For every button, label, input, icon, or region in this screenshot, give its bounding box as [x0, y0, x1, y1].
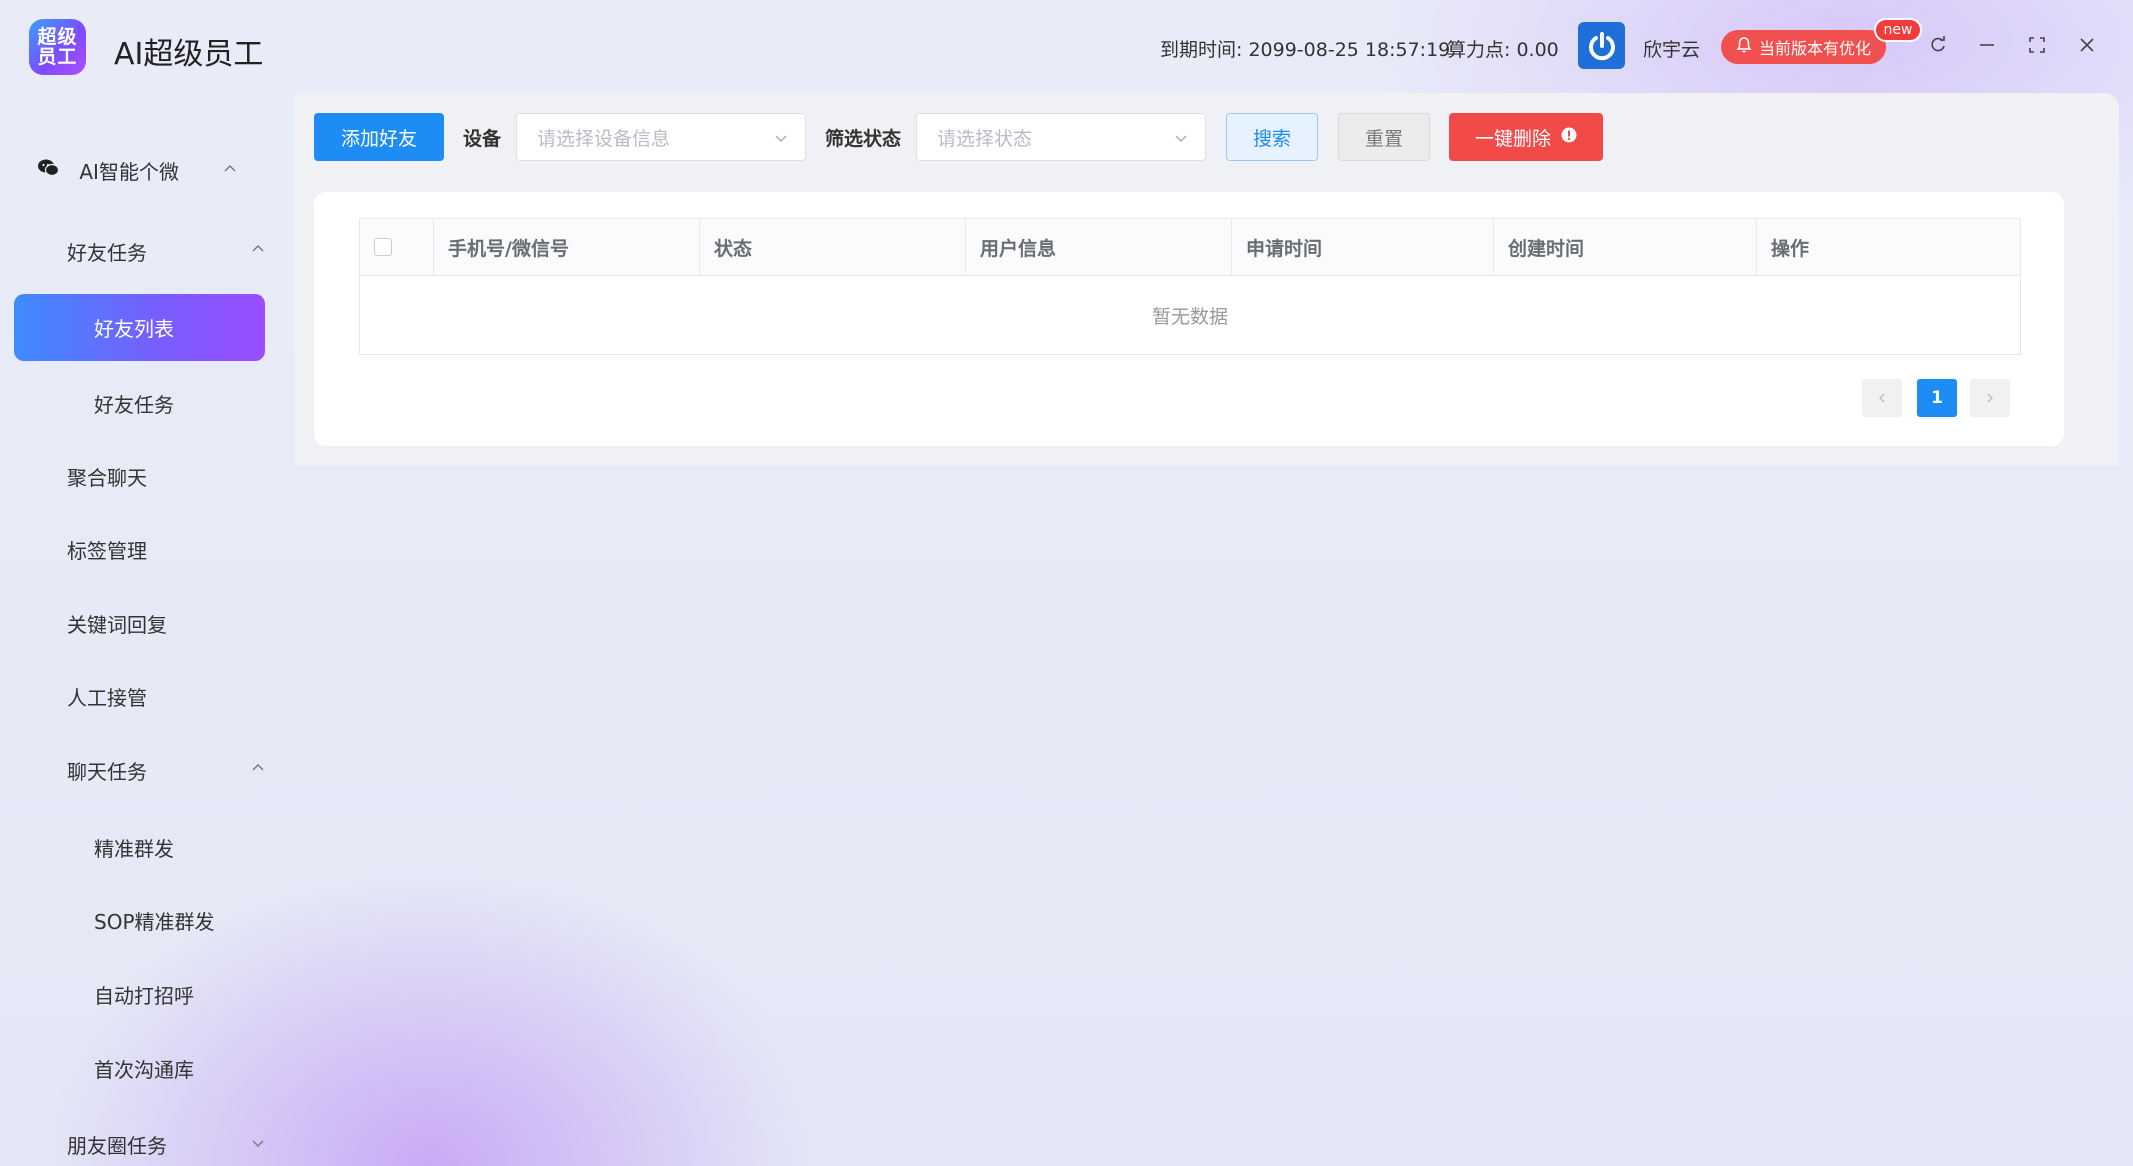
expire-value: 2099-08-25 18:57:19 — [1248, 39, 1451, 61]
status-select-placeholder: 请选择状态 — [937, 127, 1033, 150]
chevron-up-icon[interactable] — [250, 241, 266, 257]
app-header: 超级 员工 AI超级员工 到期时间: 2099-08-25 18:57:19 算… — [0, 0, 2133, 93]
device-filter-label: 设备 — [463, 128, 502, 150]
logo-line-1: 超级 — [37, 26, 78, 48]
sidebar-item-friend-task[interactable]: 好友任务 — [94, 389, 174, 418]
maximize-icon[interactable] — [2026, 34, 2048, 56]
expire-label: 到期时间: — [1160, 39, 1243, 61]
company-name: 欣宇云 — [1643, 39, 1701, 61]
new-tag: new — [1874, 18, 1922, 42]
sidebar-group-friend-task[interactable]: 好友任务 — [67, 237, 147, 266]
column-header-apply-time: 申请时间 — [1232, 219, 1494, 275]
points-info: 算力点: 0.00 — [1447, 35, 1559, 62]
column-header-actions: 操作 — [1771, 237, 1810, 260]
sidebar-item-tag-manage[interactable]: 标签管理 — [67, 535, 147, 564]
update-badge[interactable]: 当前版本有优化 — [1721, 30, 1886, 64]
search-button[interactable]: 搜索 — [1226, 113, 1318, 161]
chevron-down-icon — [775, 135, 787, 142]
table-header: 手机号/微信号 状态 用户信息 申请时间 创建时间 操作 — [360, 219, 2020, 276]
table-card: 手机号/微信号 状态 用户信息 申请时间 创建时间 操作 暂无数据 — [314, 192, 2064, 446]
bell-icon — [1735, 36, 1753, 58]
sidebar-group-chat-task[interactable]: 聊天任务 — [67, 756, 147, 785]
friend-table: 手机号/微信号 状态 用户信息 申请时间 创建时间 操作 暂无数据 — [359, 218, 2021, 355]
pagination-next-button[interactable] — [1970, 379, 2010, 417]
chevron-up-icon[interactable] — [222, 161, 238, 177]
select-all-checkbox[interactable] — [374, 238, 392, 256]
chevron-down-icon — [37, 93, 53, 95]
add-friend-button[interactable]: 添加好友 — [314, 113, 444, 161]
column-header-create-time: 创建时间 — [1494, 219, 1757, 275]
update-badge-label: 当前版本有优化 — [1759, 39, 1872, 58]
points-label: 算力点: — [1447, 39, 1511, 61]
chevron-down-icon[interactable] — [250, 1135, 266, 1151]
sidebar-item-auto-greet[interactable]: 自动打招呼 — [94, 980, 194, 1009]
sidebar-group-ai-wechat[interactable]: AI智能个微 — [37, 156, 179, 185]
points-value: 0.00 — [1516, 39, 1559, 61]
chevron-right-icon — [1987, 393, 1993, 403]
sidebar-item-sop-broadcast[interactable]: SOP精准群发 — [94, 906, 215, 935]
clipped-menu-item — [37, 93, 53, 95]
sidebar-group-moments-task[interactable]: 朋友圈任务 — [67, 1130, 167, 1159]
sidebar-item-first-comm-lib[interactable]: 首次沟通库 — [94, 1054, 194, 1083]
device-select[interactable]: 请选择设备信息 — [516, 113, 806, 161]
chevron-up-icon[interactable] — [250, 760, 266, 776]
chevron-down-icon — [1175, 135, 1187, 142]
pagination-prev-button[interactable] — [1862, 379, 1902, 417]
table-empty-text: 暂无数据 — [1151, 305, 1228, 328]
info-icon — [1561, 126, 1577, 148]
app-title: AI超级员工 — [114, 37, 264, 72]
app-logo: 超级 员工 — [29, 19, 86, 75]
sidebar-item-manual-takeover[interactable]: 人工接管 — [67, 682, 147, 711]
minimize-icon[interactable] — [1976, 34, 1998, 56]
sidebar-item-precise-broadcast[interactable]: 精准群发 — [94, 833, 174, 862]
close-icon[interactable] — [2076, 34, 2098, 56]
expire-info: 到期时间: 2099-08-25 18:57:19 — [1160, 35, 1450, 62]
delete-all-label: 一键删除 — [1474, 127, 1551, 150]
sidebar-item-friend-list[interactable]: 好友列表 — [14, 294, 265, 361]
select-all-cell — [360, 219, 434, 275]
sidebar-label-ai-wechat: AI智能个微 — [79, 160, 179, 184]
column-header-user-info: 用户信息 — [966, 219, 1232, 275]
sidebar-item-aggregate-chat[interactable]: 聚合聊天 — [67, 462, 147, 491]
reset-button[interactable]: 重置 — [1338, 113, 1430, 161]
column-header-phone: 手机号/微信号 — [434, 219, 700, 275]
refresh-icon[interactable] — [1927, 34, 1949, 56]
logo-line-2: 员工 — [37, 46, 78, 68]
delete-all-button[interactable]: 一键删除 — [1449, 113, 1603, 161]
pagination-page-1[interactable]: 1 — [1917, 379, 1957, 417]
status-filter-label: 筛选状态 — [825, 128, 902, 150]
column-header-status: 状态 — [700, 219, 966, 275]
chevron-left-icon — [1879, 393, 1885, 403]
sidebar-label-friend-list: 好友列表 — [94, 317, 174, 341]
device-select-placeholder: 请选择设备信息 — [537, 127, 671, 150]
status-select[interactable]: 请选择状态 — [916, 113, 1206, 161]
sidebar: AI智能个微 好友任务 好友列表 好友任务 聚合聊天 标签管理 关键词回复 人工… — [0, 93, 280, 1166]
sidebar-item-keyword-reply[interactable]: 关键词回复 — [67, 609, 167, 638]
wechat-icon — [37, 158, 60, 183]
power-icon — [1578, 22, 1625, 69]
